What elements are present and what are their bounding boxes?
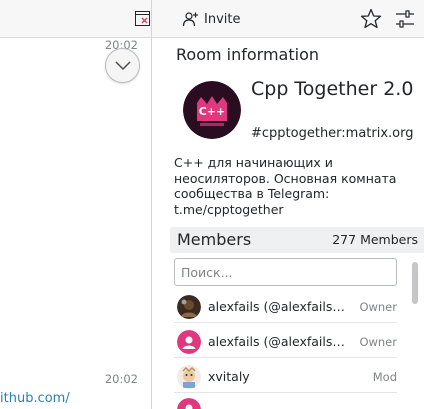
add-user-icon <box>182 12 198 27</box>
room-toolbar: Invite <box>152 0 424 38</box>
member-row[interactable]: alexfails (@alexfails:matrix.org) Owner <box>174 292 397 323</box>
message-timestamp: 20:02 <box>104 372 138 386</box>
members-header: Members 277 Members <box>170 227 424 253</box>
members-count: 277 Members <box>332 232 418 247</box>
members-scrollbar-thumb[interactable] <box>412 262 418 304</box>
member-name: xvitaly <box>208 369 250 384</box>
member-role: Owner <box>359 300 397 314</box>
timeline-pane: 20:02 20:02 ithub.com/ <box>0 0 151 409</box>
favorite-star-icon[interactable] <box>360 8 382 30</box>
avatar <box>177 398 201 409</box>
member-row[interactable]: xvitaly Mod <box>174 362 397 393</box>
room-settings-icon[interactable] <box>395 8 415 30</box>
close-pane-icon[interactable] <box>135 11 150 26</box>
chevron-down-icon <box>114 60 131 70</box>
avatar <box>177 330 201 354</box>
avatar <box>177 295 201 319</box>
invite-button[interactable]: Invite <box>182 8 240 30</box>
member-role: Mod <box>372 370 397 384</box>
room-topic: C++ для начинающих и неосиляторов. Основ… <box>174 155 397 217</box>
invite-label: Invite <box>204 11 241 27</box>
room-info-heading: Room information <box>176 45 319 64</box>
timeline-toolbar <box>0 0 151 38</box>
avatar <box>177 365 201 389</box>
room-info-pane: Invite Room information C++ Cpp Together… <box>152 0 424 409</box>
member-search-input[interactable] <box>174 258 397 286</box>
member-name: alexfails (@alexfails:matrix.org) <box>208 299 348 314</box>
member-role: Owner <box>359 335 397 349</box>
room-avatar: C++ <box>183 81 241 139</box>
scroll-to-bottom-button[interactable] <box>105 48 140 83</box>
room-name: Cpp Together 2.0 <box>251 78 414 100</box>
members-title: Members <box>177 230 252 249</box>
room-alias: #cpptogether:matrix.org <box>251 126 414 141</box>
room-avatar-text: C++ <box>199 105 226 118</box>
message-link[interactable]: ithub.com/ <box>0 391 70 406</box>
member-row[interactable] <box>174 395 397 409</box>
member-name: alexfails (@alexfails:t2bot.io) <box>208 334 348 349</box>
member-row[interactable]: alexfails (@alexfails:t2bot.io) Owner <box>174 327 397 358</box>
members-scrollbar[interactable] <box>410 258 420 409</box>
